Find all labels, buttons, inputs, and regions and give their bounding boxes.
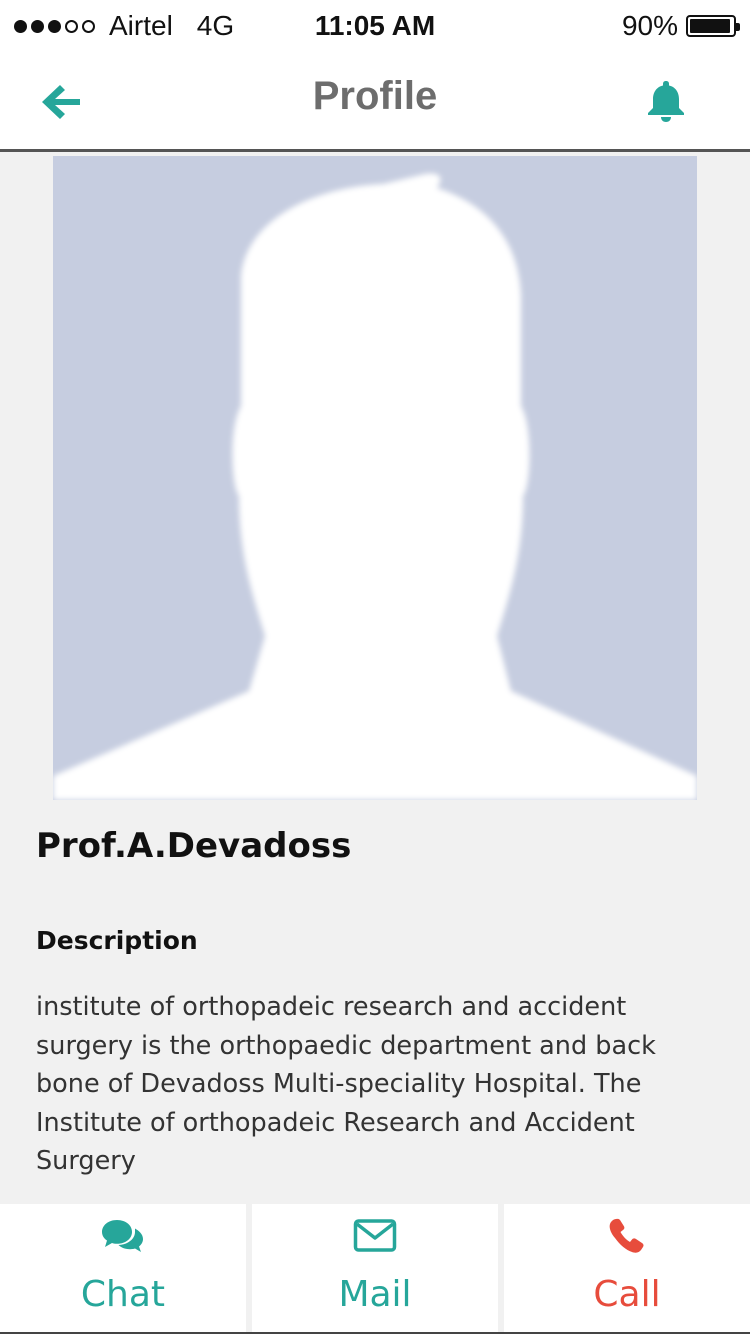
battery-percent: 90% bbox=[621, 10, 678, 41]
call-button[interactable]: Call bbox=[504, 1204, 750, 1334]
person-silhouette-icon bbox=[53, 173, 697, 800]
page-title: Profile bbox=[312, 74, 438, 118]
status-right: 90% bbox=[621, 10, 740, 42]
chat-bubbles-icon bbox=[102, 1220, 143, 1252]
description-heading: Description bbox=[36, 926, 198, 955]
profile-avatar bbox=[53, 156, 697, 800]
profile-screen: Airtel 4G 11:05 AM 90% Profile Prof.A.De… bbox=[0, 0, 750, 1334]
description-text: institute of orthopadeic research and ac… bbox=[36, 992, 656, 1176]
battery-icon bbox=[686, 15, 740, 37]
mail-button[interactable]: Mail bbox=[252, 1204, 498, 1334]
header-bar: Profile bbox=[0, 52, 750, 152]
call-label: Call bbox=[593, 1274, 661, 1315]
mail-label: Mail bbox=[338, 1274, 412, 1315]
chat-button[interactable]: Chat bbox=[0, 1204, 246, 1334]
chat-label: Chat bbox=[80, 1274, 166, 1315]
notification-button[interactable] bbox=[644, 78, 688, 124]
status-bar: Airtel 4G 11:05 AM 90% bbox=[0, 0, 750, 52]
action-bar: Chat Mail Call bbox=[0, 1204, 750, 1334]
bell-icon bbox=[648, 81, 684, 122]
phone-icon bbox=[609, 1218, 644, 1253]
envelope-icon bbox=[353, 1219, 397, 1252]
profile-name: Prof.A.Devadoss bbox=[36, 826, 352, 866]
